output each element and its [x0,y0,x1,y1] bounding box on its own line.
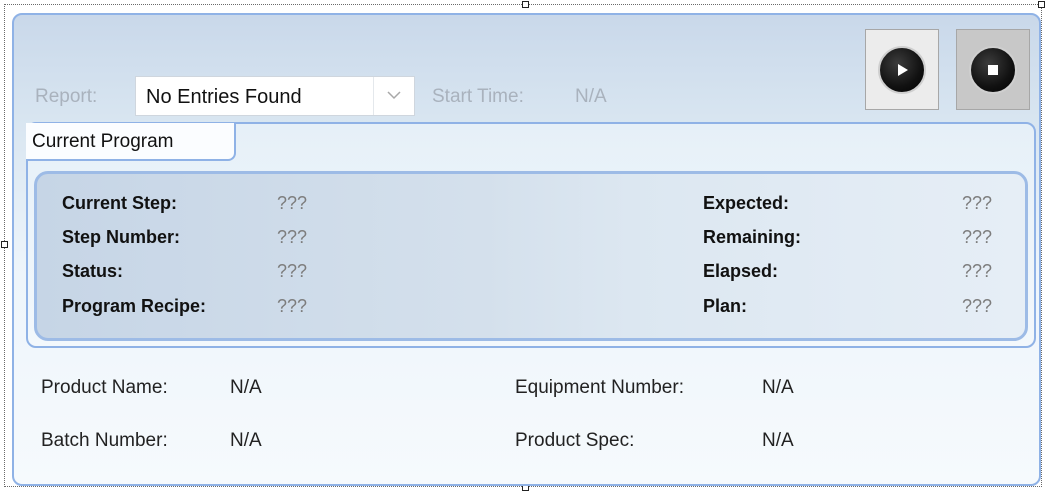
resize-handle-top[interactable] [522,1,529,8]
resize-handle-left[interactable] [1,241,8,248]
program-recipe-value: ??? [277,296,308,316]
start-time-label: Start Time: [432,86,524,107]
report-dropdown-button[interactable] [373,77,414,115]
stop-button[interactable] [956,29,1030,110]
play-button[interactable] [865,29,939,110]
product-spec-label: Product Spec: [515,430,635,451]
current-program-tab-label: Current Program [32,131,174,152]
play-icon [878,46,926,94]
elapsed-value: ??? [962,261,993,281]
batch-number-value: N/A [230,430,262,451]
plan-label: Plan: [703,296,748,316]
status-value: ??? [277,261,308,281]
current-step-value: ??? [277,193,308,213]
expected-label: Expected: [703,193,790,213]
elapsed-label: Elapsed: [703,261,779,281]
step-number-label: Step Number: [62,227,181,247]
product-name-value: N/A [230,377,262,398]
plan-value: ??? [962,296,993,316]
product-spec-value: N/A [762,430,794,451]
report-label: Report: [35,86,98,107]
start-time-value: N/A [575,86,607,107]
equipment-number-value: N/A [762,377,794,398]
report-select[interactable]: No Entries Found [135,76,415,116]
status-label: Status: [62,261,124,281]
remaining-value: ??? [962,227,993,247]
equipment-number-label: Equipment Number: [515,377,684,398]
remaining-label: Remaining: [703,227,802,247]
step-number-value: ??? [277,227,308,247]
resize-handle-top-right[interactable] [1038,1,1045,8]
current-program-tab[interactable]: Current Program [26,123,236,161]
product-name-label: Product Name: [41,377,168,398]
current-step-label: Current Step: [62,193,178,213]
expected-value: ??? [962,193,993,213]
batch-number-label: Batch Number: [41,430,168,451]
report-selected-value: No Entries Found [146,86,302,108]
program-recipe-label: Program Recipe: [62,296,207,316]
stop-icon [969,46,1017,94]
chevron-down-icon [387,91,401,100]
